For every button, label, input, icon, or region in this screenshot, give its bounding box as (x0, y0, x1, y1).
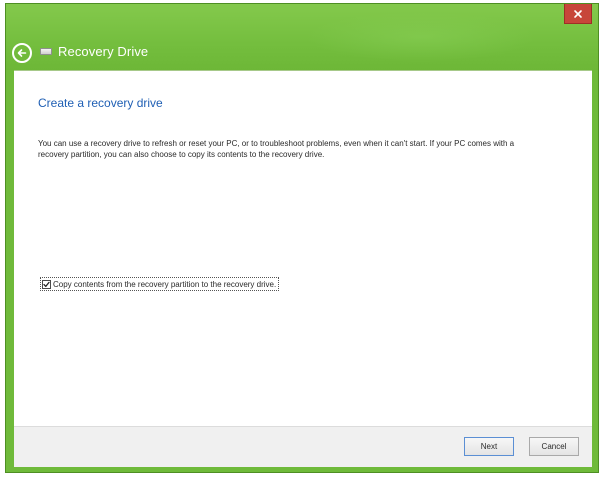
cancel-button[interactable]: Cancel (529, 437, 579, 456)
copy-recovery-partition-option[interactable]: Copy contents from the recovery partitio… (40, 277, 280, 291)
footer-bar: Next Cancel (14, 426, 592, 467)
title-bar: Recovery Drive (6, 4, 598, 70)
checkmark-icon (43, 281, 50, 287)
title-area: Recovery Drive (40, 44, 148, 59)
recovery-drive-window: Recovery Drive Create a recovery drive Y… (5, 3, 599, 473)
next-button[interactable]: Next (464, 437, 514, 456)
back-button[interactable] (12, 43, 32, 63)
description-text: You can use a recovery drive to refresh … (38, 139, 515, 159)
close-icon (574, 9, 582, 18)
back-arrow-icon (17, 49, 27, 57)
wizard-content: Create a recovery drive You can use a re… (14, 70, 592, 467)
window-title: Recovery Drive (58, 44, 149, 59)
drive-icon (40, 48, 52, 55)
copy-recovery-partition-label: Copy contents from the recovery partitio… (53, 279, 277, 289)
close-button[interactable] (564, 4, 592, 24)
page-heading: Create a recovery drive (38, 96, 163, 110)
copy-recovery-partition-checkbox[interactable] (42, 279, 51, 289)
